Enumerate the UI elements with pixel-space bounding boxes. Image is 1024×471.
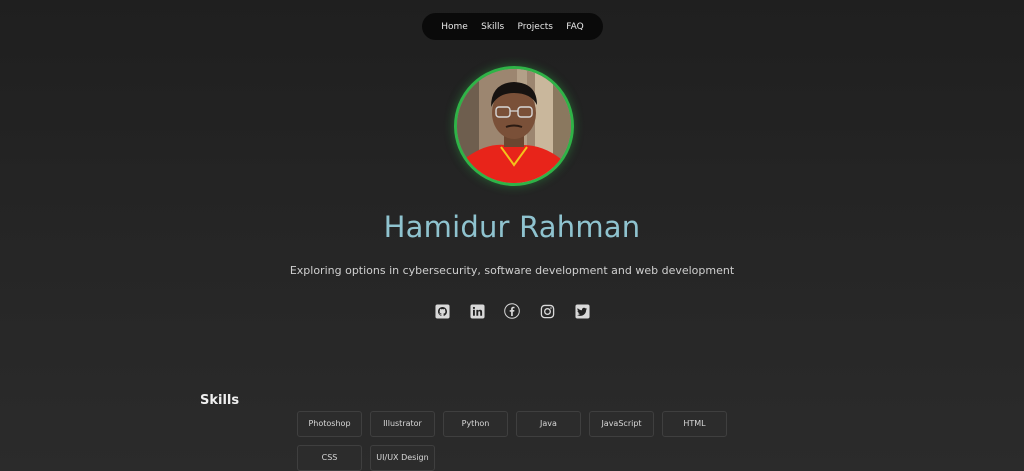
skill-card-uiux-design: UI/UX Design [370, 445, 435, 471]
nav-link-home[interactable]: Home [441, 22, 468, 32]
nav-link-projects[interactable]: Projects [518, 22, 553, 32]
github-link[interactable] [434, 303, 450, 319]
social-links [434, 303, 590, 319]
facebook-link[interactable] [504, 303, 520, 319]
github-icon [434, 303, 450, 319]
skills-heading: Skills [200, 393, 240, 408]
instagram-link[interactable] [539, 303, 555, 319]
profile-name: Hamidur Rahman [383, 210, 641, 244]
twitter-link[interactable] [574, 303, 590, 319]
skills-grid: Photoshop Illustrator Python Java JavaSc… [297, 411, 737, 471]
twitter-icon [574, 303, 590, 319]
skill-card-html: HTML [662, 411, 727, 437]
skill-card-css: CSS [297, 445, 362, 471]
facebook-icon [504, 303, 520, 319]
skill-card-java: Java [516, 411, 581, 437]
avatar-photo [457, 69, 571, 183]
linkedin-icon [469, 303, 485, 319]
profile-tagline: Exploring options in cybersecurity, soft… [289, 264, 735, 277]
skill-card-illustrator: Illustrator [370, 411, 435, 437]
skill-card-python: Python [443, 411, 508, 437]
nav-link-skills[interactable]: Skills [481, 22, 504, 32]
instagram-icon [540, 304, 554, 318]
linkedin-link[interactable] [469, 303, 485, 319]
skill-card-javascript: JavaScript [589, 411, 654, 437]
skill-card-photoshop: Photoshop [297, 411, 362, 437]
top-nav: Home Skills Projects FAQ [422, 13, 603, 40]
avatar [454, 66, 574, 186]
nav-link-faq[interactable]: FAQ [566, 22, 583, 32]
